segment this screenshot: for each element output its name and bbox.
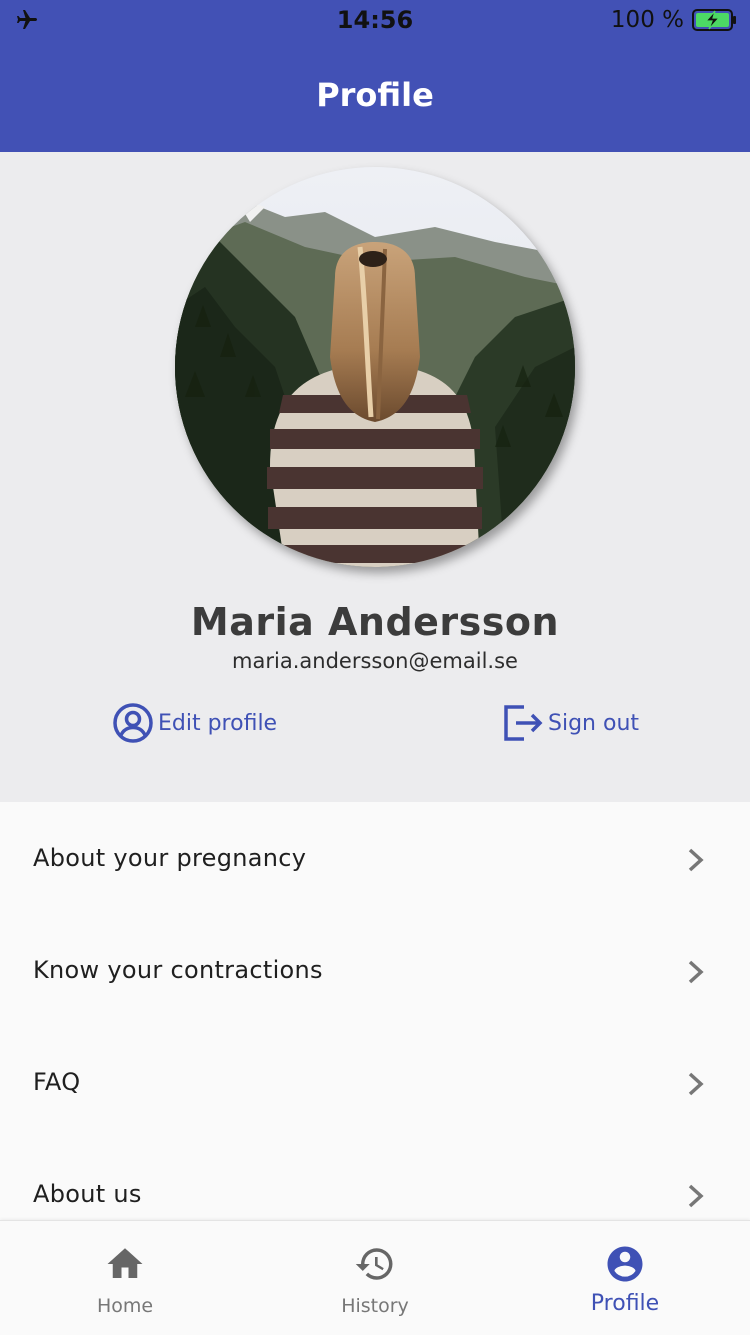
chevron-right-icon: [688, 1072, 704, 1096]
logout-icon: [504, 705, 543, 741]
account-circle-icon: [113, 703, 153, 743]
account-circle-icon: [607, 1246, 643, 1282]
status-bar: 14:56 100 %: [0, 0, 750, 40]
profile-header: Maria Andersson maria.andersson@email.se…: [0, 152, 750, 802]
menu-item-know-contractions[interactable]: Know your contractions: [0, 914, 750, 1026]
edit-profile-label: Edit profile: [158, 710, 278, 736]
sign-out-button[interactable]: Sign out: [502, 702, 639, 744]
menu-item-about-pregnancy[interactable]: About your pregnancy: [0, 802, 750, 914]
menu-item-label: About your pregnancy: [33, 844, 307, 872]
chevron-right-icon: [688, 1184, 704, 1208]
nav-history-label: History: [341, 1295, 409, 1317]
chevron-right-icon: [688, 848, 704, 872]
profile-name: Maria Andersson: [190, 600, 560, 644]
bottom-navigation: Home History Profile: [0, 1220, 750, 1335]
avatar: [175, 167, 575, 567]
menu-item-label: About us: [33, 1180, 142, 1208]
menu-item-label: FAQ: [33, 1068, 81, 1096]
app-header: 14:56 100 % Profile: [0, 0, 750, 152]
nav-profile[interactable]: Profile: [500, 1221, 750, 1335]
sign-out-label: Sign out: [548, 710, 640, 736]
chevron-right-icon: [688, 960, 704, 984]
nav-history[interactable]: History: [250, 1221, 500, 1335]
history-icon: [355, 1248, 393, 1280]
nav-home[interactable]: Home: [0, 1221, 250, 1335]
profile-menu: About your pregnancy Know your contracti…: [0, 802, 750, 1250]
page-title: Profile: [316, 76, 434, 114]
battery-charging-icon: [692, 9, 736, 31]
menu-item-faq[interactable]: FAQ: [0, 1026, 750, 1138]
battery-percentage: 100 %: [610, 7, 684, 33]
nav-home-label: Home: [96, 1295, 154, 1317]
nav-profile-label: Profile: [590, 1291, 660, 1316]
avatar-photo: [175, 167, 575, 567]
home-icon: [107, 1248, 143, 1278]
edit-profile-button[interactable]: Edit profile: [112, 702, 277, 744]
profile-email: maria.andersson@email.se: [232, 649, 518, 673]
menu-item-label: Know your contractions: [33, 956, 323, 984]
